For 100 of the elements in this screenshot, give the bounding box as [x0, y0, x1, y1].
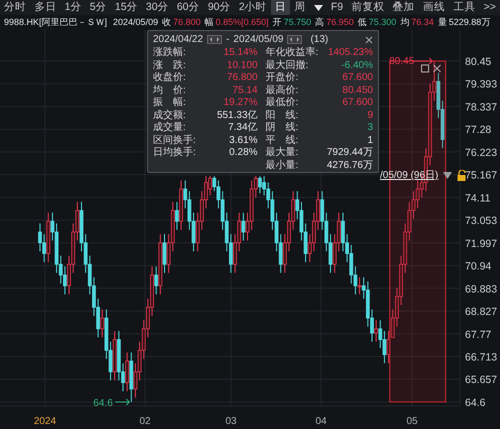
- period-tab[interactable]: 日: [270, 0, 290, 15]
- stat-value: 80.450: [342, 84, 373, 97]
- stepper-icon[interactable]: [207, 35, 222, 44]
- toolbar-button[interactable]: 前复权: [347, 0, 388, 15]
- stat-label: 阴 线:: [266, 122, 298, 134]
- toolbar-button[interactable]: 叠加: [388, 0, 419, 15]
- stat-value: 3.61%: [229, 134, 258, 147]
- stat-value: 67.600: [342, 72, 373, 84]
- stat-label: 最小量:: [266, 160, 298, 172]
- period-tab[interactable]: 2小时: [234, 0, 271, 15]
- field-label: 开: [272, 16, 282, 29]
- price-axis-label: 80.45: [465, 56, 492, 68]
- period-tab[interactable]: 1分: [60, 0, 86, 15]
- field-label: 幅: [204, 16, 214, 29]
- date-axis-label: 03: [225, 416, 237, 427]
- period-tab[interactable]: 分时: [0, 0, 30, 15]
- stat-value: 7929.44万: [326, 147, 373, 160]
- stat-label: 年化收益率:: [266, 47, 318, 60]
- date-axis-label: 02: [139, 416, 151, 427]
- start-date: 2024/04/22: [153, 33, 204, 46]
- period-tab[interactable]: 5分: [86, 0, 111, 15]
- price-axis-label: 77.28: [465, 124, 492, 136]
- field-label: 均: [400, 16, 410, 29]
- price-axis-label: 65.657: [465, 374, 498, 386]
- field-value: 75.300: [368, 16, 396, 29]
- field-value: 76.800: [173, 16, 201, 29]
- stat-value: 9: [367, 110, 373, 122]
- period-tab[interactable]: 多日: [30, 0, 60, 15]
- stat-label: 收盘价:: [153, 72, 186, 84]
- toolbar-button[interactable]: 画线: [419, 0, 449, 15]
- stat-value: 76.800: [226, 72, 258, 84]
- price-axis-label: 73.053: [465, 215, 498, 228]
- field-value: 0.85%[0.650]: [216, 16, 269, 29]
- stat-label: 开盘价:: [266, 72, 298, 84]
- stat-value: 10.100: [226, 60, 258, 72]
- price-axis-label: 64.6: [465, 396, 486, 409]
- stat-label: 最高价:: [266, 84, 298, 97]
- date-axis-label: 04: [315, 416, 327, 427]
- period-tab[interactable]: 30分: [142, 0, 173, 15]
- stock-symbol: 9988.HK[阿里巴巴－ＳＷ]: [4, 16, 108, 29]
- stat-label: 涨跌幅:: [153, 47, 186, 60]
- lock-icon[interactable]: [457, 170, 468, 181]
- price-axis-label: 74.11: [465, 192, 490, 204]
- quote-date: 2024/05/09: [113, 16, 158, 29]
- stat-value: -6.40%: [341, 60, 373, 72]
- toolbar-button[interactable]: 工具: [449, 0, 480, 15]
- stat-value: 4276.76万: [326, 160, 373, 172]
- stat-label: 涨 跌:: [153, 60, 186, 72]
- stat-value: 0.28%: [229, 147, 258, 160]
- stat-value: 7.34亿: [228, 122, 258, 134]
- field-value: 75.750: [284, 16, 312, 29]
- price-axis-label: 70.94: [465, 260, 492, 273]
- close-icon[interactable]: [365, 36, 373, 44]
- period-tab[interactable]: 15分: [110, 0, 142, 15]
- stat-value: 551.33亿: [216, 110, 258, 122]
- stat-label: 最低价:: [266, 97, 298, 110]
- field-label: 量: [438, 16, 447, 29]
- stat-label: 最大回撤:: [266, 60, 308, 72]
- stat-value: 15.14%: [224, 47, 258, 60]
- date-axis-label: 05: [406, 416, 418, 427]
- field-value: 5229.88万: [448, 16, 490, 29]
- price-axis-label: 75.167: [465, 170, 498, 182]
- toolbar-button[interactable]: F9: [326, 0, 348, 15]
- stat-value: 19.27%: [224, 97, 258, 110]
- dropdown-icon[interactable]: [443, 172, 452, 179]
- price-axis-label: 67.77: [465, 328, 492, 341]
- price-axis-label: 71.997: [465, 238, 498, 250]
- field-label: 收: [162, 16, 172, 29]
- stat-label: 振 幅:: [153, 97, 186, 110]
- price-axis-label: 66.713: [465, 352, 498, 364]
- field-label: 高: [315, 16, 324, 29]
- price-axis-label: 68.827: [465, 306, 498, 318]
- square-icon: [421, 64, 430, 72]
- stat-label: 平 线:: [266, 134, 298, 146]
- stat-label: 均 价:: [153, 84, 186, 97]
- stat-value: 75.14: [232, 84, 258, 97]
- stepper-icon[interactable]: [287, 35, 302, 44]
- price-axis-label: 76.223: [465, 146, 498, 159]
- range-separator: -: [226, 33, 230, 47]
- date-axis-label: 2024: [34, 416, 56, 427]
- price-axis-label: 69.883: [465, 283, 498, 296]
- stat-label: 成交额:: [153, 110, 186, 122]
- more-button[interactable]: >>: [480, 0, 500, 15]
- period-tab[interactable]: 90分: [204, 0, 235, 15]
- bar-count: (13): [310, 33, 328, 46]
- stat-label: 日均换手:: [153, 147, 196, 160]
- stat-value: 1405.23%: [328, 47, 373, 60]
- price-axis-label: 79.393: [465, 78, 498, 91]
- stat-label: 最大量:: [266, 147, 298, 160]
- field-value: 76.950: [326, 16, 354, 29]
- price-axis-label: 78.337: [465, 101, 498, 114]
- stat-value: 1: [367, 134, 373, 147]
- end-date: 2024/05/09: [233, 33, 284, 47]
- close-icon: [433, 64, 442, 72]
- field-label: 低: [358, 16, 367, 29]
- period-tab[interactable]: 周: [290, 0, 310, 15]
- period-tab[interactable]: 60分: [172, 0, 204, 15]
- stat-value: 67.600: [342, 97, 373, 110]
- stat-label: 成交量:: [153, 122, 186, 134]
- low-price-label: 64.6: [93, 398, 113, 409]
